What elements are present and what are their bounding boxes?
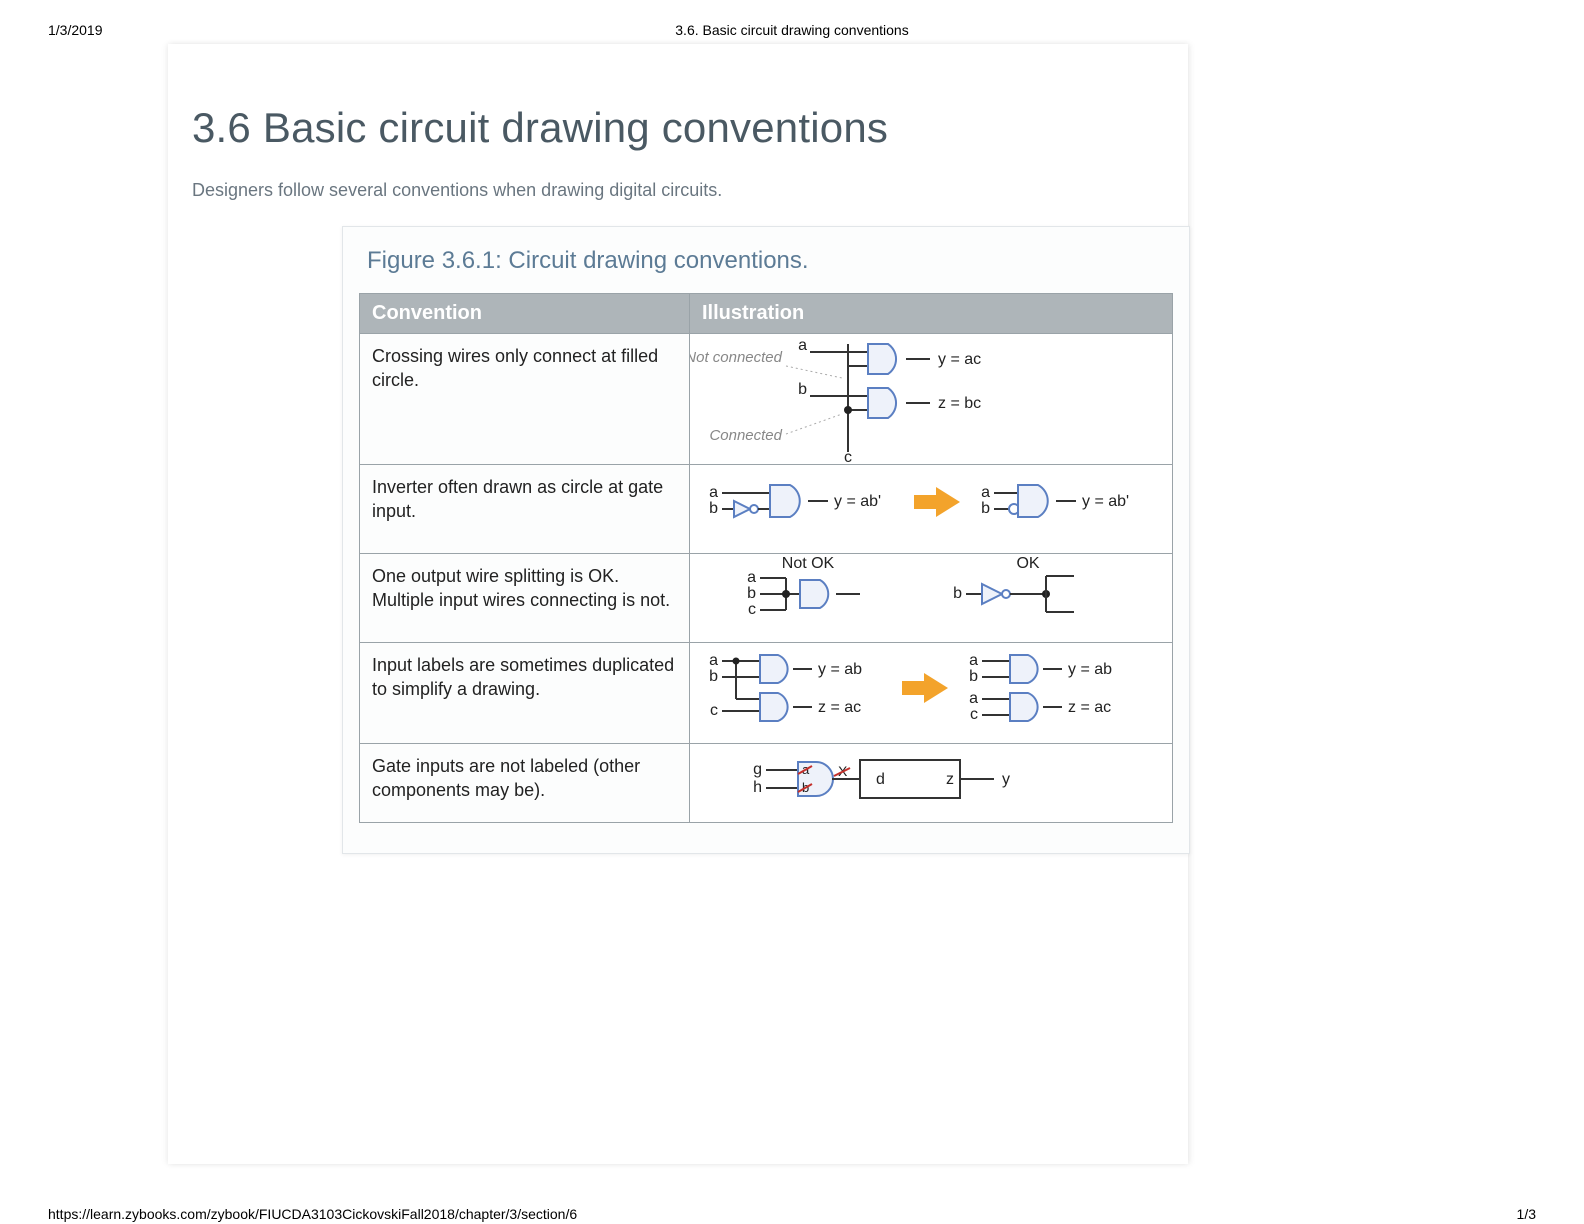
print-page-number: 1/3 [1517,1206,1536,1222]
svg-text:y = ab': y = ab' [834,493,881,510]
svg-text:d: d [876,771,885,788]
col-header-illustration: Illustration [690,294,1173,334]
svg-text:y = ac: y = ac [938,351,981,368]
illustration-nolabel: g h a b X d z [690,744,1173,823]
print-url: https://learn.zybooks.com/zybook/FIUCDA3… [48,1206,577,1222]
svg-text:b: b [709,500,718,517]
page-title: 3.6 Basic circuit drawing conventions [192,104,1164,152]
svg-text:b: b [798,381,807,398]
svg-text:OK: OK [1016,555,1039,572]
svg-text:c: c [844,449,852,464]
svg-text:g: g [753,761,762,778]
svg-text:Not connected: Not connected [690,349,783,366]
table-row: Input labels are sometimes duplicated to… [360,643,1173,744]
illustration-split: Not OK a b c OK b [690,554,1173,643]
illustration-crossing: a b c y = ac z = bc Not connected Connec… [690,334,1173,465]
table-row: One output wire splitting is OK. Multipl… [360,554,1173,643]
svg-text:c: c [970,706,978,723]
convention-desc: Crossing wires only connect at filled ci… [360,334,690,465]
svg-text:b: b [969,668,978,685]
table-row: Crossing wires only connect at filled ci… [360,334,1173,465]
convention-desc: One output wire splitting is OK. Multipl… [360,554,690,643]
svg-text:y: y [1002,771,1010,788]
table-row: Gate inputs are not labeled (other compo… [360,744,1173,823]
svg-text:b: b [953,585,962,602]
svg-text:b: b [747,585,756,602]
svg-text:z = ac: z = ac [1068,699,1111,716]
svg-text:Connected: Connected [709,427,782,444]
figure-box: Figure 3.6.1: Circuit drawing convention… [342,226,1190,854]
svg-text:z = bc: z = bc [938,395,981,412]
svg-text:b: b [709,668,718,685]
svg-text:a: a [969,652,978,669]
svg-text:y = ab: y = ab [818,661,862,678]
svg-text:z = ac: z = ac [818,699,861,716]
arrow-right-icon [914,487,960,517]
svg-text:a: a [981,484,990,501]
svg-text:z: z [946,771,954,788]
col-header-convention: Convention [360,294,690,334]
svg-text:a: a [969,690,978,707]
svg-text:a: a [709,652,718,669]
svg-text:a: a [798,337,807,354]
print-header-title: 3.6. Basic circuit drawing conventions [0,22,1584,38]
arrow-right-icon [902,673,948,703]
svg-text:a: a [747,569,756,586]
svg-text:y = ab': y = ab' [1082,493,1129,510]
svg-text:c: c [710,702,718,719]
svg-text:c: c [748,601,756,618]
svg-text:a: a [709,484,718,501]
svg-text:y = ab: y = ab [1068,661,1112,678]
svg-text:b: b [981,500,990,517]
svg-text:Not OK: Not OK [782,555,835,572]
table-row: Inverter often drawn as circle at gate i… [360,465,1173,554]
convention-desc: Gate inputs are not labeled (other compo… [360,744,690,823]
illustration-inverter: a b y = ab' [690,465,1173,554]
figure-caption: Figure 3.6.1: Circuit drawing convention… [367,247,1173,275]
convention-desc: Inverter often drawn as circle at gate i… [360,465,690,554]
conventions-table: Convention Illustration Crossing wires o… [359,293,1173,823]
svg-text:h: h [753,779,762,796]
illustration-duplicate: a b c y = ab z = ac [690,643,1173,744]
convention-desc: Input labels are sometimes duplicated to… [360,643,690,744]
intro-text: Designers follow several conventions whe… [192,180,1164,201]
